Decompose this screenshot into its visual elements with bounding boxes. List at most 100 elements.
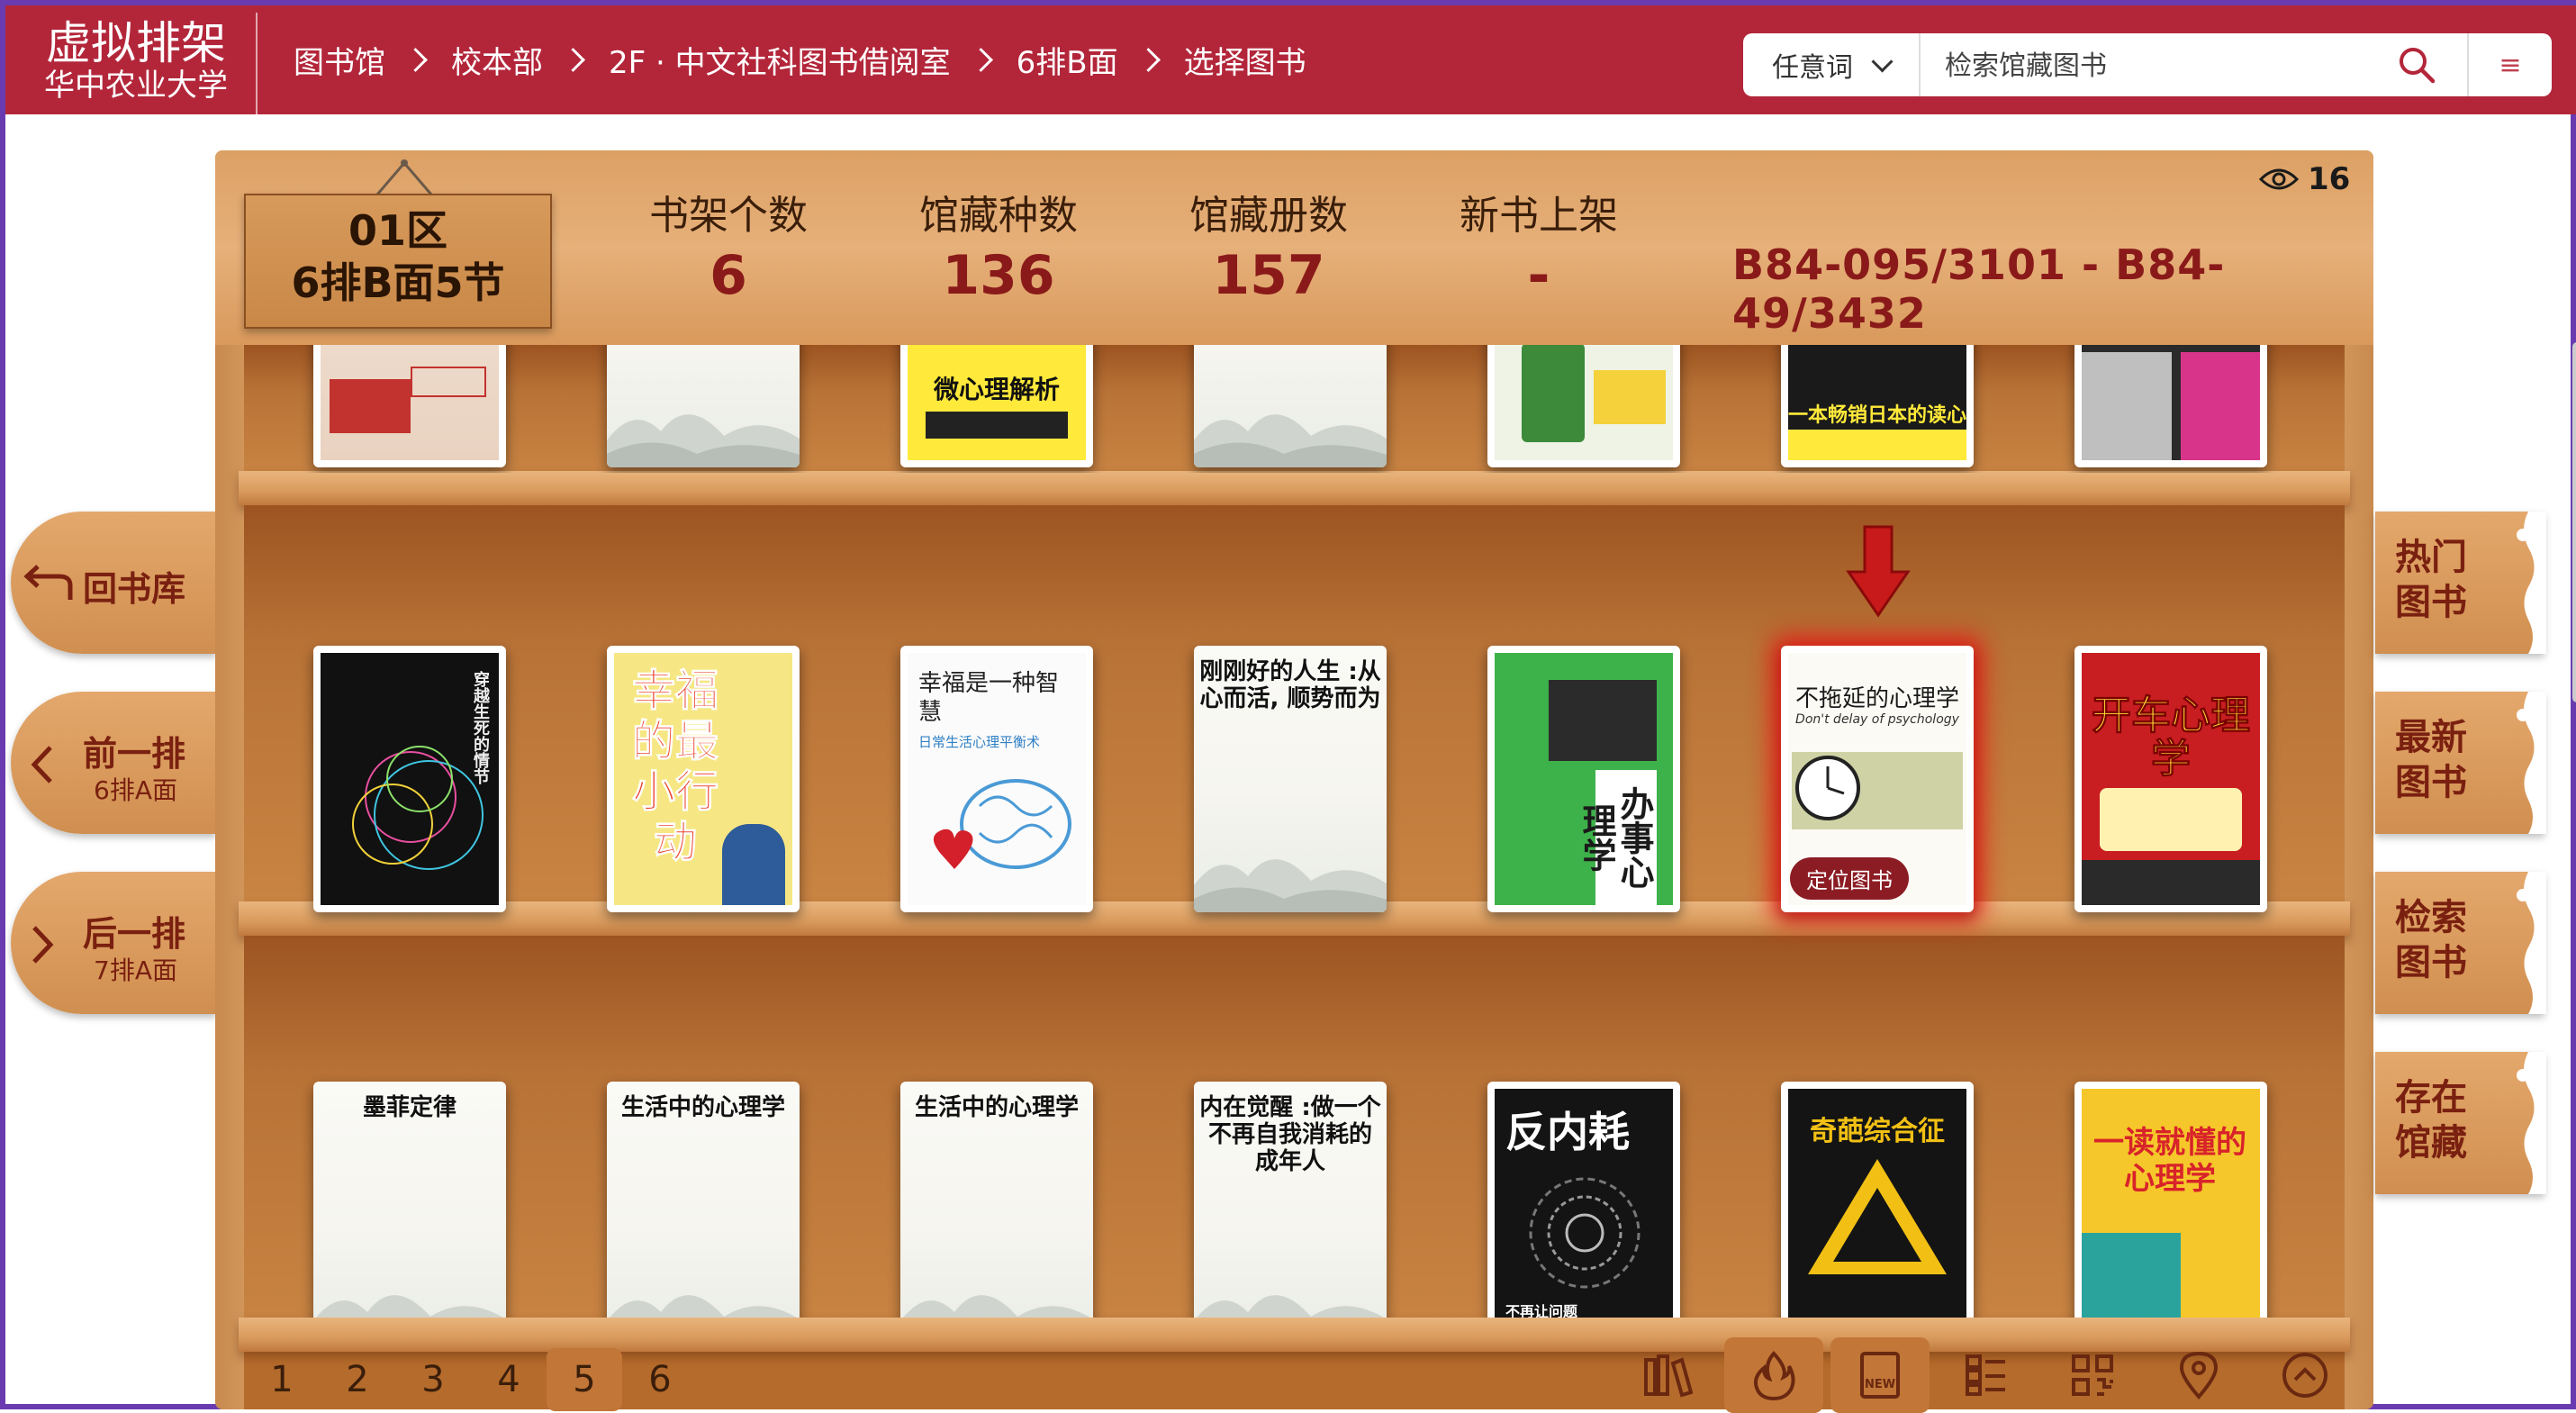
book-cover[interactable]: 内在觉醒 :做一个不再自我消耗的成年人 bbox=[1194, 1082, 1387, 1318]
search-input[interactable] bbox=[1943, 44, 2307, 87]
tab-line1: 检索 bbox=[2395, 897, 2467, 938]
qrcode-icon[interactable] bbox=[2043, 1337, 2142, 1413]
books-icon[interactable] bbox=[1618, 1337, 1717, 1413]
call-number-range: B84-095/3101 - B84-49/3432 bbox=[1732, 240, 2226, 338]
book-row-3: 墨菲定律 生活中的心理学 生活中的心理学 内在觉醒 :做一个不再自我消耗的成年人… bbox=[244, 1051, 2345, 1318]
book-cover[interactable]: 微心理解析 bbox=[900, 345, 1093, 467]
tab-notch bbox=[2517, 872, 2546, 1014]
book-subtitle: 不再让问题 bbox=[1505, 1303, 1578, 1318]
stat-value: 6 bbox=[710, 244, 747, 307]
breadcrumb-room[interactable]: 2F · 中文社科图书借阅室 bbox=[609, 38, 951, 82]
zone-label: 01区 bbox=[348, 206, 447, 255]
page-button[interactable]: 2 bbox=[320, 1348, 395, 1411]
next-row-sub: 7排A面 bbox=[94, 956, 177, 985]
site-logo[interactable]: 虚拟排架 华中农业大学 bbox=[41, 18, 230, 103]
book-cover[interactable] bbox=[607, 345, 800, 467]
stat-label: 馆藏种数 bbox=[919, 193, 1078, 239]
book-cover[interactable] bbox=[313, 345, 506, 467]
new-book-icon[interactable]: NEW bbox=[1830, 1337, 1930, 1413]
search-field-select[interactable]: 任意词 bbox=[1743, 33, 1921, 96]
book-title: 穿越生死的情节 bbox=[471, 671, 490, 784]
book-cover[interactable] bbox=[2074, 345, 2267, 467]
mountain-illustration bbox=[610, 1295, 797, 1318]
page-button[interactable]: 4 bbox=[471, 1348, 547, 1411]
view-counter: 16 bbox=[2259, 161, 2350, 197]
clock-illustration bbox=[1795, 756, 1860, 820]
hot-books-label: 热门 图书 bbox=[2395, 535, 2467, 625]
mountain-illustration bbox=[1197, 1295, 1384, 1318]
stat-value: 136 bbox=[942, 244, 1055, 307]
in-collection-tab[interactable]: 存在 馆藏 bbox=[2375, 1052, 2546, 1194]
locate-book-button[interactable]: 定位图书 bbox=[1790, 857, 1909, 900]
book-title: 幸福的最小行动 bbox=[631, 666, 719, 868]
search-books-label: 检索 图书 bbox=[2395, 895, 2467, 985]
search-bar: 任意词 ≡ bbox=[1743, 33, 2552, 96]
stat-label: 书架个数 bbox=[649, 193, 808, 239]
book-cover[interactable]: 刚刚好的人生 :从心而活, 顺势而为 bbox=[1194, 646, 1387, 912]
in-collection-label: 存在 馆藏 bbox=[2395, 1075, 2467, 1165]
tab-line2: 图书 bbox=[2395, 762, 2467, 803]
page-button[interactable]: 1 bbox=[244, 1348, 320, 1411]
search-books-tab[interactable]: 检索 图书 bbox=[2375, 872, 2546, 1014]
menu-icon[interactable]: ≡ bbox=[2483, 44, 2537, 86]
book-cover[interactable]: 生活中的心理学 bbox=[607, 1082, 800, 1318]
book-cover[interactable]: 一本畅销日本的读心术 bbox=[1781, 345, 1974, 467]
page-button[interactable]: 6 bbox=[622, 1348, 698, 1411]
breadcrumb-row[interactable]: 6排B面 bbox=[1017, 38, 1118, 82]
next-row-button[interactable]: 后一排 7排A面 bbox=[11, 872, 216, 1014]
page-button-current[interactable]: 5 bbox=[547, 1348, 622, 1411]
fire-icon[interactable] bbox=[1724, 1337, 1823, 1413]
view-count: 16 bbox=[2308, 161, 2351, 197]
stat-new-books: 新书上架 - bbox=[1449, 191, 1629, 310]
logo-title: 虚拟排架 bbox=[46, 17, 226, 69]
chevron-right-icon bbox=[32, 926, 54, 964]
book-title: 生活中的心理学 bbox=[620, 1094, 785, 1121]
chevron-down-icon bbox=[1871, 50, 1894, 73]
back-to-library-button[interactable]: 回书库 bbox=[11, 512, 216, 654]
page-button[interactable]: 3 bbox=[395, 1348, 471, 1411]
tab-line1: 热门 bbox=[2395, 537, 2467, 578]
book-cover[interactable]: 办事心理学 bbox=[1487, 646, 1680, 912]
mountain-illustration bbox=[1194, 414, 1387, 467]
hot-books-tab[interactable]: 热门 图书 bbox=[2375, 512, 2546, 654]
stat-value: 157 bbox=[1212, 244, 1325, 307]
book-cover[interactable]: 奇葩综合征 bbox=[1781, 1082, 1974, 1318]
book-cover[interactable]: 幸福的最小行动 bbox=[607, 646, 800, 912]
new-books-tab[interactable]: 最新 图书 bbox=[2375, 692, 2546, 834]
collapse-up-icon[interactable] bbox=[2255, 1337, 2355, 1413]
shelf-header: 01区 6排B面5节 书架个数 6 馆藏种数 136 馆藏册数 157 新书上架… bbox=[215, 150, 2373, 345]
arrow-down-marker-icon bbox=[1846, 525, 1911, 618]
book-cover[interactable] bbox=[1487, 345, 1680, 467]
svg-text:NEW: NEW bbox=[1865, 1378, 1895, 1391]
book-cover[interactable]: 墨菲定律 bbox=[313, 1082, 506, 1318]
previous-row-button[interactable]: 前一排 6排A面 bbox=[11, 692, 216, 834]
logo-subtitle: 华中农业大学 bbox=[44, 68, 228, 104]
return-arrow-icon bbox=[23, 565, 73, 600]
book-cover[interactable]: 生活中的心理学 bbox=[900, 1082, 1093, 1318]
page-scrollbar[interactable] bbox=[2572, 342, 2576, 702]
breadcrumb-library[interactable]: 图书馆 bbox=[294, 38, 385, 82]
book-cover[interactable]: 幸福是一种智慧 日常生活心理平衡术 bbox=[900, 646, 1093, 912]
breadcrumb-campus[interactable]: 校本部 bbox=[451, 38, 543, 82]
book-cover[interactable] bbox=[1194, 345, 1387, 467]
search-icon[interactable] bbox=[2396, 44, 2437, 86]
tab-notch bbox=[2517, 512, 2546, 654]
book-cover[interactable]: 一读就懂的心理学 bbox=[2074, 1082, 2267, 1318]
book-cover[interactable]: 开车心理学 bbox=[2074, 646, 2267, 912]
shelf-pagination: 1 2 3 4 5 6 bbox=[244, 1348, 698, 1411]
book-cover[interactable]: 穿越生死的情节 bbox=[313, 646, 506, 912]
book-title: 开车心理学 bbox=[2092, 693, 2251, 782]
book-title: 刚刚好的人生 :从心而活, 顺势而为 bbox=[1199, 658, 1381, 712]
mountain-illustration bbox=[316, 1295, 503, 1318]
stat-shelf-count: 书架个数 6 bbox=[638, 191, 818, 310]
location-icon[interactable] bbox=[2149, 1337, 2248, 1413]
mountain-illustration bbox=[903, 1295, 1090, 1318]
bookshelf: 01区 6排B面5节 书架个数 6 馆藏种数 136 馆藏册数 157 新书上架… bbox=[215, 150, 2373, 1413]
list-icon[interactable] bbox=[1937, 1337, 2036, 1413]
book-title: 奇葩综合征 bbox=[1810, 1116, 1945, 1147]
section-label: 6排B面5节 bbox=[291, 258, 505, 307]
chevron-right-icon bbox=[561, 47, 585, 72]
book-cover[interactable]: 反内耗 不再让问题 bbox=[1487, 1082, 1680, 1318]
book-cover-located[interactable]: 不拖延的心理学 Don't delay of psychology 定位图书 bbox=[1781, 646, 1974, 912]
top-header: 虚拟排架 华中农业大学 图书馆 校本部 2F · 中文社科图书借阅室 6排B面 … bbox=[5, 0, 2576, 118]
